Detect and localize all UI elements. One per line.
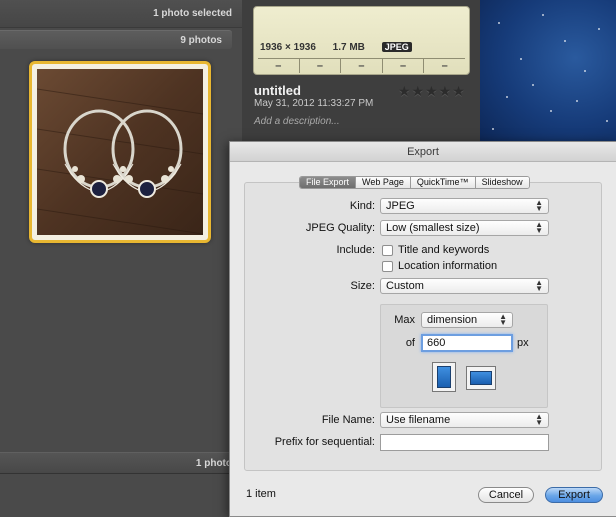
photo-title[interactable]: untitled (254, 83, 301, 98)
kind-label: Kind: (349, 200, 375, 212)
include-label: Include: (336, 244, 375, 256)
exif-cell: – (258, 59, 300, 73)
footer-photo-count: 1 photo (0, 452, 242, 474)
file-name-value: Use filename (386, 414, 451, 426)
photo-dimensions: 1936 × 1936 (260, 42, 316, 53)
max-popup[interactable]: dimension ▲ ▼ (421, 312, 513, 328)
info-panel: 1936 × 1936 1.7 MB JPEG – – – – – untitl… (242, 0, 480, 145)
tab-quicktime[interactable]: QuickTime™ (410, 177, 476, 188)
tab-file-export[interactable]: File Export (300, 177, 357, 188)
quality-popup[interactable]: Low (smallest size) ▲ ▼ (380, 220, 549, 236)
prefix-input[interactable] (380, 434, 549, 451)
export-tabs: File Export Web Page QuickTime™ Slidesho… (299, 176, 530, 189)
photo-file-size: 1.7 MB (332, 42, 365, 53)
custom-size-box: Max dimension ▲ ▼ of 660 px (380, 304, 548, 408)
popup-arrows-icon: ▲ ▼ (499, 312, 507, 327)
max-value: dimension (427, 314, 478, 326)
size-label: Size: (350, 280, 375, 292)
file-export-panel: Kind: JPEG ▲ ▼ JPEG Quality: Low (smalles… (244, 182, 602, 471)
title-keywords-checkbox[interactable] (382, 245, 393, 256)
photo-earrings-thumbnail-icon (37, 69, 203, 235)
tab-web-page[interactable]: Web Page (356, 177, 411, 188)
size-popup[interactable]: Custom ▲ ▼ (380, 278, 549, 294)
export-dialog: Export File Export Web Page QuickTime™ S… (229, 141, 616, 517)
histogram-panel: 1936 × 1936 1.7 MB JPEG – – – – – (253, 6, 470, 75)
selection-status: 1 photo selected (0, 0, 242, 28)
popup-arrows-icon: ▲ ▼ (535, 278, 543, 293)
popup-arrows-icon: ▲ ▼ (535, 412, 543, 427)
exif-cell: – (383, 59, 425, 73)
popup-arrows-icon: ▲ ▼ (535, 220, 543, 235)
exif-cell: – (300, 59, 342, 73)
portrait-glyph (437, 366, 451, 388)
location-info-label[interactable]: Location information (398, 260, 497, 272)
prefix-label: Prefix for sequential: (274, 436, 375, 448)
dialog-title: Export (230, 142, 616, 162)
exif-cell: – (341, 59, 383, 73)
tab-slideshow[interactable]: Slideshow (475, 177, 529, 188)
kind-value: JPEG (386, 200, 415, 212)
quality-label: JPEG Quality: (305, 222, 375, 234)
of-label: of (405, 337, 415, 349)
unit-label: px (517, 337, 529, 349)
title-keywords-label[interactable]: Title and keywords (398, 244, 489, 256)
exif-cells: – – – – – (258, 58, 465, 73)
photo-date: May 31, 2012 11:33:27 PM (254, 98, 374, 109)
landscape-glyph (470, 371, 492, 385)
item-count: 1 item (246, 488, 276, 500)
file-name-popup[interactable]: Use filename ▲ ▼ (380, 412, 549, 428)
photo-format-badge: JPEG (381, 42, 412, 52)
max-label: Max (394, 314, 415, 326)
rating-stars[interactable]: ★★★★★ (398, 83, 466, 100)
file-name-label: File Name: (321, 414, 375, 426)
export-button[interactable]: Export (545, 487, 603, 503)
location-info-checkbox[interactable] (382, 261, 393, 272)
photo-meta: 1936 × 1936 1.7 MB JPEG (260, 42, 426, 53)
quality-value: Low (smallest size) (386, 222, 480, 234)
size-value: Custom (386, 280, 424, 292)
desktop-background (480, 0, 616, 145)
dimension-input[interactable]: 660 (421, 334, 513, 352)
kind-popup[interactable]: JPEG ▲ ▼ (380, 198, 549, 214)
portrait-orientation-icon[interactable] (432, 362, 456, 392)
popup-arrows-icon: ▲ ▼ (535, 198, 543, 213)
description-field[interactable]: Add a description... (254, 116, 340, 127)
landscape-orientation-icon[interactable] (466, 366, 496, 390)
photo-browser: 1 photo selected 9 photos 1 photo (0, 0, 242, 517)
photo-thumbnail[interactable] (29, 61, 211, 243)
exif-cell: – (441, 60, 448, 72)
event-photo-count[interactable]: 9 photos (0, 30, 232, 49)
cancel-button[interactable]: Cancel (478, 487, 534, 503)
